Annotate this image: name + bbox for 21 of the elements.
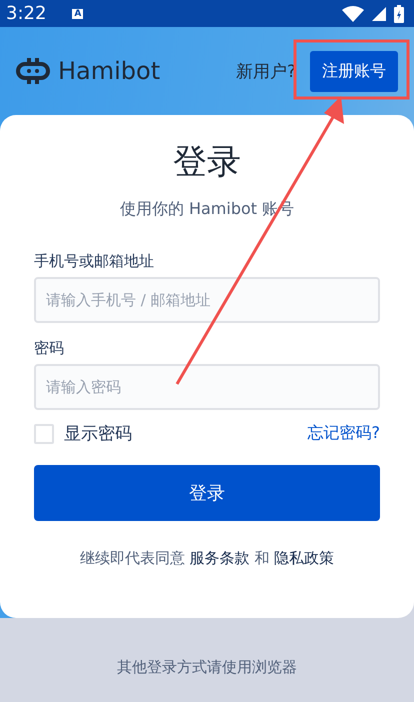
forgot-password-link[interactable]: 忘记密码? (308, 423, 380, 444)
field-label: 密码 (34, 339, 65, 358)
notification-icon: A (72, 8, 84, 18)
robot-logo-icon (16, 58, 50, 84)
show-password-checkbox[interactable] (34, 424, 54, 444)
status-time: 3:22 (6, 3, 46, 24)
login-title: 登录 (172, 141, 242, 184)
show-password-label: 显示密码 (64, 423, 132, 445)
wifi-icon (342, 6, 364, 22)
terms-link[interactable]: 服务条款 (190, 549, 250, 567)
register-button[interactable]: 注册账号 (310, 50, 398, 92)
footer-text: 其他登录方式请使用浏览器 (116, 658, 298, 677)
signal-icon (372, 6, 386, 20)
privacy-link[interactable]: 隐私政策 (274, 549, 334, 567)
battery-icon (394, 4, 404, 22)
input-field[interactable]: 请输入密码 (34, 364, 380, 410)
field-label: 手机号或邮箱地址 (34, 252, 155, 271)
input-field[interactable]: 请输入手机号 / 邮箱地址 (34, 277, 380, 323)
login-button[interactable]: 登录 (34, 465, 380, 521)
logo-text: Hamibot (58, 57, 160, 85)
terms-sentence: 继续即代表同意 服务条款 和 隐私政策 (78, 549, 336, 568)
